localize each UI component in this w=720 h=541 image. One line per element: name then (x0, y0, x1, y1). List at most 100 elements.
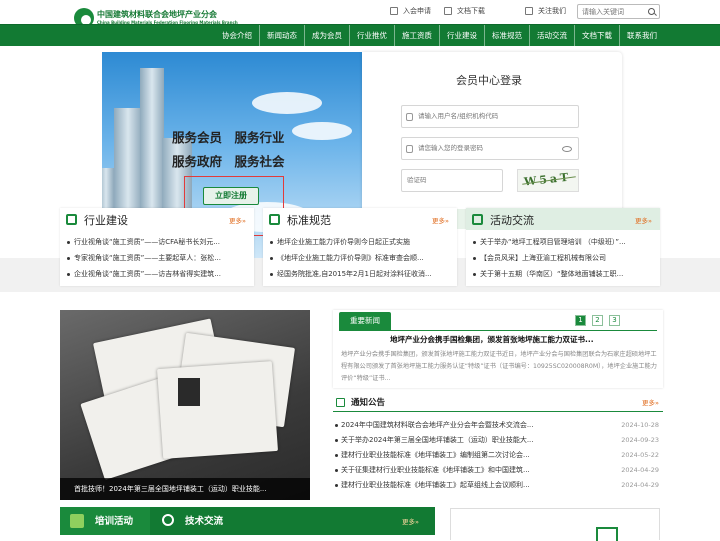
building-icon (596, 527, 618, 541)
tab-training-label: 培训活动 (95, 516, 134, 527)
page-3-button[interactable]: 3 (609, 315, 620, 326)
captcha-field[interactable]: 验证码 (401, 169, 503, 192)
list-item[interactable]: 行业视角谈“施工资质”——访CFA秘书长刘元... (66, 234, 244, 250)
notice-date: 2024-04-29 (621, 466, 659, 474)
training-header: 培训活动 技术交流 更多» (60, 507, 435, 535)
card-events: 活动交流 更多» 关于举办“地坪工程项目管理培训 （中级班）”... 【会员风采… (466, 208, 660, 286)
user-icon (406, 113, 413, 121)
page-2-button[interactable]: 2 (592, 315, 603, 326)
download-link[interactable]: 文档下载 (444, 6, 485, 16)
nav-item-industry[interactable]: 行业建设 (439, 25, 484, 46)
card-header: 活动交流 更多» (466, 208, 660, 230)
list-item[interactable]: 经国务院批准,自2015年2月1日起对涂料征收消... (269, 266, 447, 282)
nav-item-contact[interactable]: 联系我们 (619, 25, 664, 46)
card-header: 标准规范 更多» (263, 208, 457, 230)
card-standards: 标准规范 更多» 地坪企业施工能力评价导则今日起正式实施 《地坪企业施工能力评价… (263, 208, 457, 286)
top-bar: 中国建筑材料联合会地坪产业分会 China Building Materials… (0, 0, 720, 28)
notice-item[interactable]: 建材行业职业技能标准《地坪铺装工》起草组线上会议顺利... 2024-04-29 (333, 478, 663, 493)
login-title: 会员中心登录 (456, 74, 522, 87)
list-item[interactable]: 关于第十五期（华南区）“整体地面铺装工职... (472, 266, 650, 282)
logo-text-cn: 中国建筑材料联合会地坪产业分会 (97, 10, 217, 19)
tab-training[interactable]: 培训活动 (60, 507, 150, 535)
captcha-image[interactable]: W5aT (517, 169, 579, 192)
main-nav: 协会介绍 新闻动态 成为会员 行业推优 施工资质 行业建设 标准规范 活动交流 … (0, 24, 720, 46)
tab-tech-exchange[interactable]: 技术交流 (185, 513, 223, 527)
join-link-label: 入会申请 (403, 7, 431, 15)
more-link[interactable]: 更多» (229, 215, 246, 225)
search-input[interactable] (578, 5, 642, 18)
more-link[interactable]: 更多» (635, 215, 652, 225)
nav-item-awards[interactable]: 行业推优 (349, 25, 394, 46)
list-item[interactable]: 地坪企业施工能力评价导则今日起正式实施 (269, 234, 447, 250)
card-header: 行业建设 更多» (60, 208, 254, 230)
card-industry: 行业建设 更多» 行业视角谈“施工资质”——访CFA秘书长刘元... 专家视角谈… (60, 208, 254, 286)
list-item[interactable]: 《地坪企业施工能力评价导则》标准审查会顺... (269, 250, 447, 266)
hero-slogan: 服务会员 服务行业 服务政府 服务社会 (172, 126, 285, 174)
password-field[interactable]: 请您输入您的登录密码 (401, 137, 579, 160)
news-photo[interactable] (60, 310, 310, 500)
captcha-placeholder: 验证码 (407, 176, 427, 184)
tab-important-news[interactable]: 重要新闻 (339, 312, 391, 330)
card-title: 标准规范 (287, 214, 331, 227)
join-link[interactable]: 入会申请 (390, 6, 431, 16)
follow-link[interactable]: 关注我们 (525, 6, 566, 16)
nav-item-about[interactable]: 协会介绍 (215, 25, 259, 46)
notice-text: 关于征集建材行业职业技能标准《地坪铺装工》和中国建筑... (341, 466, 530, 474)
notice-more-link[interactable]: 更多» (642, 397, 659, 407)
list-item[interactable]: 关于举办“地坪工程项目管理培训 （中级班）”... (472, 234, 650, 250)
news-headline[interactable]: 地坪产业分会携手国检集团，颁发首张地坪施工能力双证书... (390, 334, 594, 345)
training-more-link[interactable]: 更多» (402, 516, 419, 526)
photo-caption[interactable]: 首批技师！2024年第三届全国地坪铺装工（运动）职业技能... (60, 478, 310, 500)
follow-link-label: 关注我们 (538, 7, 566, 15)
search-box (577, 4, 660, 19)
nav-item-membership[interactable]: 成为会员 (304, 25, 349, 46)
nav-item-news[interactable]: 新闻动态 (259, 25, 304, 46)
search-icon[interactable] (648, 8, 655, 15)
megaphone-icon (336, 398, 345, 407)
page-1-button[interactable]: 1 (575, 315, 586, 326)
notice-text: 2024年中国建筑材料联合会地坪产业分会年会暨技术交流会... (341, 421, 534, 429)
notice-item[interactable]: 2024年中国建筑材料联合会地坪产业分会年会暨技术交流会... 2024-10-2… (333, 418, 663, 433)
follow-icon (525, 7, 533, 15)
important-news: 重要新闻 1 2 3 地坪产业分会携手国检集团，颁发首张地坪施工能力双证书...… (333, 310, 663, 388)
nav-item-events[interactable]: 活动交流 (529, 25, 574, 46)
notice-item[interactable]: 关于征集建材行业职业技能标准《地坪铺装工》和中国建筑... 2024-04-29 (333, 463, 663, 478)
nav-item-qualification[interactable]: 施工资质 (394, 25, 439, 46)
nav-item-downloads[interactable]: 文档下载 (574, 25, 619, 46)
tech-icon (162, 514, 174, 526)
news-summary: 地坪产业分会携手国检集团，颁发首张地坪施工能力双证书近日，地坪产业分会与国检集团… (341, 351, 657, 382)
tools-icon (269, 214, 280, 225)
notice-list: 2024年中国建筑材料联合会地坪产业分会年会暨技术交流会... 2024-10-2… (333, 418, 663, 493)
username-placeholder: 请输入用户名/组织机构代码 (418, 112, 499, 120)
nav-item-standards[interactable]: 标准规范 (484, 25, 529, 46)
list-item[interactable]: 企业视角谈“施工资质”——访吉林省得实建筑... (66, 266, 244, 282)
layers-icon (66, 214, 77, 225)
username-field[interactable]: 请输入用户名/组织机构代码 (401, 105, 579, 128)
register-button[interactable]: 立即注册 (203, 187, 259, 205)
portrait-photo (178, 378, 200, 406)
training-icon (70, 514, 84, 528)
join-icon (390, 7, 398, 15)
list-item[interactable]: 【会员风采】上海亚渝工程机械有限公司 (472, 250, 650, 266)
card-title: 活动交流 (490, 214, 534, 227)
notice-text: 建材行业职业技能标准《地坪铺装工》编制组第二次讨论会... (341, 451, 530, 459)
password-placeholder: 请您输入您的登录密码 (418, 144, 483, 152)
card-title: 行业建设 (84, 214, 128, 227)
divider (339, 330, 657, 331)
notice-item[interactable]: 关于举办2024年第三届全国地坪铺装工（运动）职业技能大... 2024-09-2… (333, 433, 663, 448)
notice-item[interactable]: 建材行业职业技能标准《地坪铺装工》编制组第二次讨论会... 2024-05-22 (333, 448, 663, 463)
eye-icon[interactable] (562, 146, 572, 152)
more-link[interactable]: 更多» (432, 215, 449, 225)
notice-date: 2024-10-28 (621, 421, 659, 429)
list-item[interactable]: 专家视角谈“施工资质”——主要起草人：张松... (66, 250, 244, 266)
notice-date: 2024-09-23 (621, 436, 659, 444)
download-icon (444, 7, 452, 15)
certificate-shape (157, 361, 278, 459)
slogan-line-2: 服务政府 服务社会 (172, 154, 285, 169)
notice-date: 2024-04-29 (621, 481, 659, 489)
notice-text: 关于举办2024年第三届全国地坪铺装工（运动）职业技能大... (341, 436, 534, 444)
slogan-line-1: 服务会员 服务行业 (172, 130, 285, 145)
notice-text: 建材行业职业技能标准《地坪铺装工》起草组线上会议顺利... (341, 481, 530, 489)
download-link-label: 文档下载 (457, 7, 485, 15)
side-panel (450, 508, 660, 541)
